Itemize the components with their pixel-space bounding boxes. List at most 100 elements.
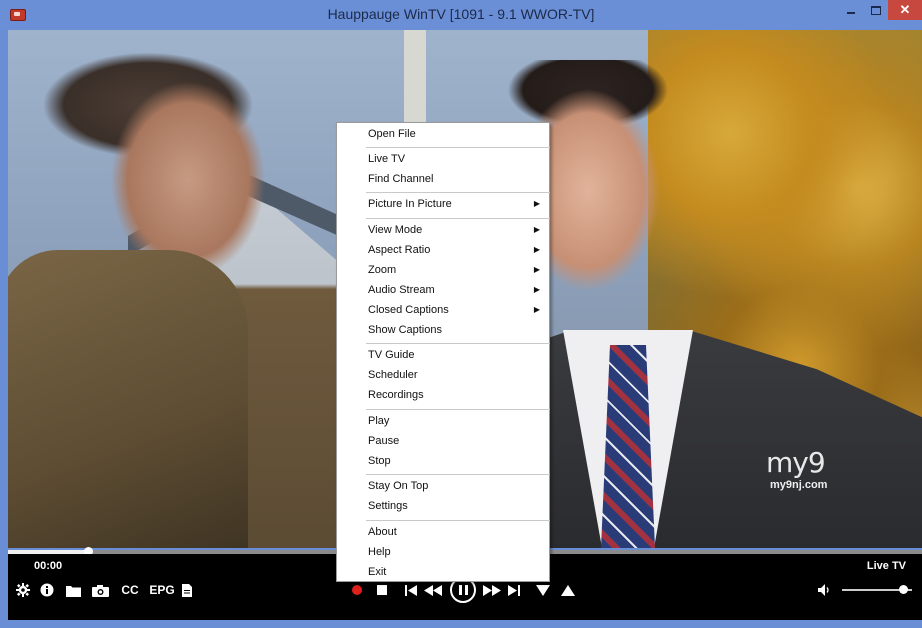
skip-next-icon [508,584,520,596]
menu-item-label: Show Captions [368,324,442,336]
menu-item-label: Open File [368,128,416,140]
menu-separator [366,520,550,521]
triangle-up-icon [561,584,575,596]
menu-item-aspect-ratio[interactable]: Aspect Ratio ▶ [368,241,548,259]
menu-item-label: Exit [368,566,387,578]
submenu-arrow-icon: ▶ [533,265,540,274]
menu-item-find-channel[interactable]: Find Channel [368,170,548,188]
mute-button[interactable] [816,580,834,600]
menu-item-about[interactable]: About [368,523,548,541]
menu-item-label: Closed Captions [368,304,449,316]
window-bottom-border [0,620,922,628]
menu-item-play[interactable]: Play [368,412,548,430]
menu-item-label: Picture In Picture [368,198,452,210]
triangle-down-icon [536,584,550,596]
menu-item-picture-in-picture[interactable]: Picture In Picture ▶ [368,195,548,213]
menu-item-show-captions[interactable]: Show Captions [368,321,548,339]
menu-item-recordings[interactable]: Recordings [368,386,548,404]
menu-item-label: Scheduler [368,369,418,381]
maximize-button[interactable] [864,0,888,20]
open-folder-button[interactable] [64,580,82,600]
menu-item-stay-on-top[interactable]: Stay On Top [368,477,548,495]
elapsed-time: 00:00 [34,560,63,572]
context-menu: Open File Live TV Find Channel Picture In P… [336,122,550,582]
menu-item-pause[interactable]: Pause [368,432,548,450]
minimize-button[interactable] [838,0,864,20]
fast-forward-icon [483,584,501,596]
volume-slider[interactable] [842,585,912,594]
menu-item-label: Live TV [368,153,406,165]
window-title: Hauppauge WinTV [1091 - 9.1 WWOR-TV] [327,6,595,22]
menu-separator [366,343,550,344]
rewind-icon [424,584,442,596]
menu-item-label: Settings [368,500,408,512]
menu-separator [366,218,550,219]
record-button[interactable] [349,580,365,600]
skip-forward-button[interactable] [505,580,523,600]
skip-back-button[interactable] [402,580,420,600]
menu-item-audio-stream[interactable]: Audio Stream ▶ [368,281,548,299]
document-button[interactable] [180,580,194,600]
info-button[interactable] [38,580,56,600]
closed-captions-button[interactable]: CC [118,580,142,600]
app-window: Hauppauge WinTV [1091 - 9.1 WWOR-TV] ✕ m… [0,0,922,628]
gear-icon [16,583,30,597]
menu-item-label: Play [368,415,390,427]
stop-icon [377,585,387,595]
menu-separator [366,192,550,193]
menu-item-label: Pause [368,435,400,447]
menu-item-help[interactable]: Help [368,543,548,561]
menu-item-label: TV Guide [368,349,415,361]
menu-item-label: Stay On Top [368,480,429,492]
menu-item-label: Audio Stream [368,284,435,296]
submenu-arrow-icon: ▶ [533,199,540,208]
menu-item-tv-guide[interactable]: TV Guide [368,346,548,364]
menu-item-view-mode[interactable]: View Mode ▶ [368,221,548,239]
menu-item-zoom[interactable]: Zoom ▶ [368,261,548,279]
title-bar[interactable]: Hauppauge WinTV [1091 - 9.1 WWOR-TV] ✕ [0,0,922,30]
menu-item-label: Recordings [368,389,424,401]
menu-item-closed-captions[interactable]: Closed Captions ▶ [368,301,548,319]
document-icon [182,583,192,597]
settings-button[interactable] [14,580,32,600]
channel-down-button[interactable] [534,580,552,600]
epg-button[interactable]: EPG [148,580,176,600]
submenu-arrow-icon: ▶ [533,285,540,294]
video-jacket-left [8,250,248,548]
menu-item-scheduler[interactable]: Scheduler [368,366,548,384]
info-icon [40,583,54,597]
menu-item-stop[interactable]: Stop [368,452,548,470]
camera-icon [91,584,109,597]
live-tv-indicator[interactable]: Live TV [867,560,906,572]
fast-forward-button[interactable] [481,580,503,600]
speaker-icon [818,584,829,596]
skip-previous-icon [405,584,417,596]
menu-separator [366,474,550,475]
menu-separator [366,409,550,410]
menu-item-label: View Mode [368,224,423,236]
submenu-arrow-icon: ▶ [533,225,540,234]
menu-item-label: Help [368,546,391,558]
maximize-icon [871,5,881,15]
menu-item-open-file[interactable]: Open File [368,125,548,143]
submenu-arrow-icon: ▶ [533,305,540,314]
stop-button[interactable] [374,580,390,600]
channel-logo: my9 [766,446,826,479]
volume-slider-handle[interactable] [898,585,908,594]
menu-item-label: About [368,526,397,538]
menu-separator [366,147,550,148]
submenu-arrow-icon: ▶ [533,245,540,254]
rewind-button[interactable] [422,580,444,600]
menu-item-label: Zoom [368,264,397,276]
menu-item-label: Aspect Ratio [368,244,431,256]
menu-item-exit[interactable]: Exit [368,563,548,581]
channel-up-button[interactable] [559,580,577,600]
menu-item-label: Stop [368,455,391,467]
menu-item-label: Find Channel [368,173,434,185]
menu-item-live-tv[interactable]: Live TV [368,150,548,168]
channel-logo-url: my9nj.com [770,479,828,491]
snapshot-button[interactable] [90,580,110,600]
minimize-icon [847,12,855,14]
close-button[interactable]: ✕ [888,0,922,20]
menu-item-settings[interactable]: Settings [368,497,548,515]
